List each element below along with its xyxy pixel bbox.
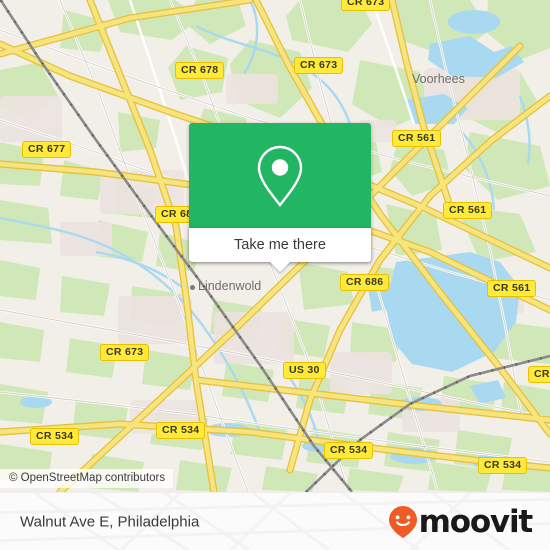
road-shield: CR 561 [443, 202, 493, 219]
road-shield: CR 561 [392, 130, 442, 147]
road-shield: CR 534 [156, 422, 206, 439]
footer-bar: Walnut Ave E, Philadelphia moovit [0, 492, 550, 550]
road-shield: CR 561 [487, 280, 537, 297]
destination-callout-card[interactable]: Take me there [189, 123, 371, 262]
moovit-wordmark: moovit [418, 503, 534, 540]
moovit-pin-smiley-icon [388, 506, 417, 538]
road-shield: CR 534 [478, 457, 528, 474]
road-shield: CR 673 [341, 0, 391, 11]
place-label: Lindenwold [198, 279, 262, 293]
moovit-brand[interactable]: moovit [388, 503, 534, 540]
road-shield: CR 5 [528, 366, 550, 383]
road-shield: US 30 [283, 362, 326, 379]
road-shield: CR 673 [100, 344, 150, 361]
map-pin-icon [257, 145, 303, 207]
road-shield: CR 686 [340, 274, 390, 291]
take-me-there-button[interactable]: Take me there [189, 228, 371, 262]
osm-attribution[interactable]: © OpenStreetMap contributors [0, 469, 174, 488]
location-title: Walnut Ave E, Philadelphia [20, 513, 200, 531]
place-label: Voorhees [412, 72, 465, 86]
card-pin-area [189, 123, 371, 228]
road-shield: CR 534 [324, 442, 374, 459]
road-shield: CR 534 [30, 428, 80, 445]
road-shield: CR 678 [175, 62, 225, 79]
moovit-map-share-card: CR 673 CR 678 CR 673 CR 677 CR 561 CR 561 CR 6… [0, 0, 550, 550]
map-viewport[interactable]: CR 673 CR 678 CR 673 CR 677 CR 561 CR 561 CR 6… [0, 0, 550, 492]
take-me-there-label: Take me there [234, 237, 326, 253]
road-shield: CR 677 [22, 141, 72, 158]
place-marker-dot [190, 285, 195, 290]
road-shield: CR 673 [294, 57, 344, 74]
